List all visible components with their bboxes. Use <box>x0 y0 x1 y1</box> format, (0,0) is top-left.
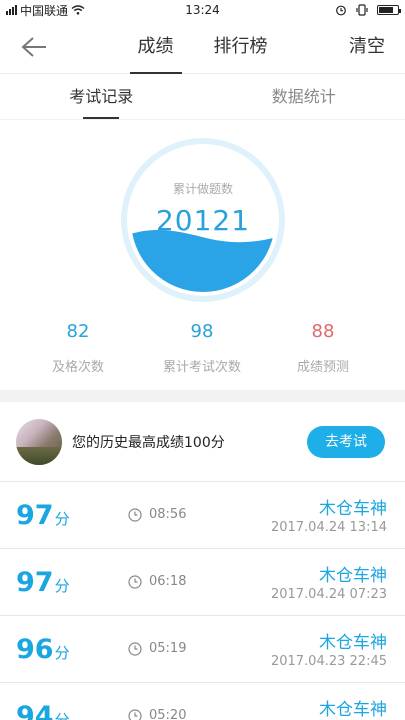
user-name: 木仓车神 <box>319 566 387 586</box>
metric-value: 88 <box>311 321 335 342</box>
clear-button[interactable]: 清空 <box>349 20 385 74</box>
wifi-icon <box>71 5 85 15</box>
sub-tabs: 考试记录 数据统计 <box>0 74 405 120</box>
back-arrow-icon[interactable] <box>20 35 48 59</box>
duration: 06:18 <box>128 574 186 589</box>
tab-statistics[interactable]: 数据统计 <box>203 74 405 119</box>
record-date: 2017.04.24 07:23 <box>270 587 387 602</box>
clock-icon <box>128 507 142 522</box>
score: 97分 <box>16 500 70 531</box>
user-name: 木仓车神 <box>319 700 387 720</box>
duration: 08:56 <box>128 507 186 522</box>
metric-score-prediction: 88 成绩预测 <box>258 320 388 375</box>
record-date: 2017.04.23 22:45 <box>270 654 387 669</box>
score: 94分 <box>16 701 70 720</box>
clock-icon <box>128 708 142 720</box>
carrier-label: 中国联通 <box>20 3 69 18</box>
tab-scores[interactable]: 成绩 <box>129 20 182 74</box>
clock-icon <box>128 641 142 656</box>
gauge-water-fill <box>131 230 275 292</box>
metric-label: 成绩预测 <box>296 360 349 375</box>
user-name: 木仓车神 <box>319 499 387 519</box>
section-divider <box>0 390 405 402</box>
list-item[interactable]: 97分 08:56 木仓车神 2017.04.24 13:14 <box>0 482 405 549</box>
best-score-text: 您的历史最高成绩100分 <box>72 434 225 451</box>
duration: 05:19 <box>128 641 186 656</box>
gauge-value: 20121 <box>155 204 251 237</box>
user-name: 木仓车神 <box>319 633 387 653</box>
tab-leaderboard[interactable]: 排行榜 <box>206 20 276 74</box>
gauge-label: 累计做题数 <box>172 182 233 196</box>
metric-value: 98 <box>190 321 214 342</box>
score: 97分 <box>16 567 70 598</box>
alarm-icon <box>336 5 346 16</box>
exam-records-list: 97分 08:56 木仓车神 2017.04.24 13:14 97分 06:1… <box>0 482 405 720</box>
score: 96分 <box>16 634 70 665</box>
tab-exam-records[interactable]: 考试记录 <box>0 74 203 119</box>
metric-value: 82 <box>66 321 90 342</box>
stats-summary: 累计做题数 20121 82 及格次数 98 累计考试次数 88 成绩预测 <box>0 120 405 390</box>
list-item[interactable]: 94分 05:20 木仓车神 <box>0 683 405 720</box>
battery-icon <box>377 5 401 15</box>
vibrate-icon <box>356 4 368 16</box>
list-item[interactable]: 96分 05:19 木仓车神 2017.04.23 22:45 <box>0 616 405 683</box>
clock-icon <box>128 574 142 589</box>
avatar[interactable] <box>16 418 62 465</box>
record-date: 2017.04.24 13:14 <box>270 520 387 535</box>
best-score-banner: 您的历史最高成绩100分 去考试 <box>0 402 405 482</box>
duration: 05:20 <box>128 708 186 720</box>
top-navigation: 成绩 排行榜 清空 <box>0 20 405 74</box>
signal-icon <box>6 5 17 15</box>
take-exam-button[interactable]: 去考试 <box>307 425 385 458</box>
metric-exam-count: 98 累计考试次数 <box>137 320 267 375</box>
metric-label: 累计考试次数 <box>162 360 241 375</box>
status-bar: 中国联通 13:24 <box>0 0 405 20</box>
metric-label: 及格次数 <box>51 360 104 375</box>
metric-pass-count: 82 及格次数 <box>13 320 143 375</box>
list-item[interactable]: 97分 06:18 木仓车神 2017.04.24 07:23 <box>0 549 405 616</box>
